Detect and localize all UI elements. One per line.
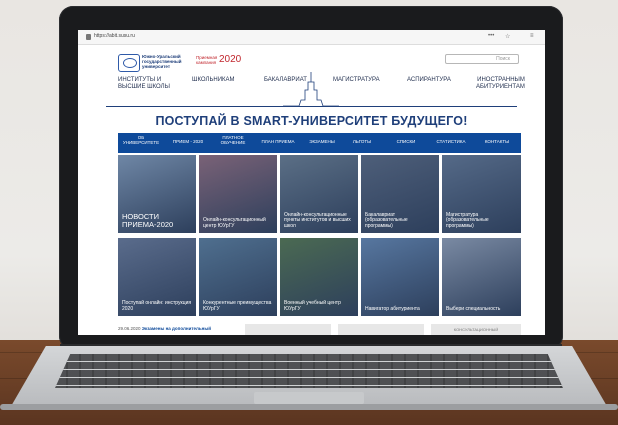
laptop-screen: https://abit.susu.ru ••• ☆ ≡ Южно-Уральс… xyxy=(78,30,545,335)
bookmark-star-icon[interactable]: ☆ xyxy=(505,33,510,40)
nav-item-foreign[interactable]: ИНОСТРАННЫМ АБИТУРИЕНТАМ xyxy=(476,77,525,90)
more-icon[interactable]: ••• xyxy=(488,33,494,39)
nav-line: ВЫСШИЕ ШКОЛЫ xyxy=(118,83,170,90)
page-slogan: ПОСТУПАЙ В SMART-УНИВЕРСИТЕТ БУДУЩЕГО! xyxy=(155,114,468,128)
tile-caption: Выбери специальность xyxy=(446,305,501,312)
lock-icon xyxy=(86,34,91,40)
menu-item-lists[interactable]: СПИСКИ xyxy=(390,139,422,144)
tile-caption: Магистратура (образовательные программы) xyxy=(446,211,489,229)
nav-line: АБИТУРИЕНТАМ xyxy=(476,83,525,90)
tile-link[interactable]: Выбери специальность xyxy=(442,238,521,316)
nav-item-master[interactable]: МАГИСТРАТУРА xyxy=(333,77,380,84)
tile-caption: НОВОСТИ ПРИЕМА-2020 xyxy=(122,212,174,229)
campaign-year: 2020 xyxy=(219,54,242,65)
promo-box[interactable] xyxy=(245,324,331,335)
tile-link[interactable]: Магистратура (образовательные программы) xyxy=(442,155,521,233)
nav-item-postgraduate[interactable]: АСПИРАНТУРА xyxy=(407,77,451,84)
menu-icon[interactable]: ≡ xyxy=(530,33,534,39)
main-menu-bar: ОБ УНИВЕРСИТЕТЕ ПРИЕМ - 2020 ПЛАТНОЕ ОБУЧЕ… xyxy=(118,133,521,153)
tile-caption: Онлайн-консультационные пункты институто… xyxy=(284,211,351,229)
promo-box[interactable] xyxy=(338,324,424,335)
keyboard-rows xyxy=(55,354,563,388)
tile-link[interactable]: НОВОСТИ ПРИЕМА-2020 xyxy=(118,155,196,233)
tile-link[interactable]: Онлайн-консультационные пункты институто… xyxy=(280,155,358,233)
menu-item-about[interactable]: ОБ УНИВЕРСИТЕТЕ xyxy=(122,135,160,145)
tile-caption: Онлайн-консультационный центр ЮУрГУ xyxy=(203,217,266,229)
header-divider xyxy=(106,106,517,107)
menu-item-benefits[interactable]: ЛЬГОТЫ xyxy=(346,139,378,144)
tile-caption: Бакалавриат (образовательные программы) xyxy=(365,211,408,229)
menu-item-exams[interactable]: ЭКЗАМЕНЫ xyxy=(304,139,340,144)
menu-item-paid-education[interactable]: ПЛАТНОЕ ОБУЧЕНИЕ xyxy=(214,135,252,145)
tile-caption: Военный учебный центр ЮУрГУ xyxy=(284,300,341,312)
nav-item-schoolchildren[interactable]: ШКОЛЬНИКАМ xyxy=(192,77,235,84)
tile-link[interactable]: Навигатор абитуриента xyxy=(361,238,439,316)
menu-item-admission-2020[interactable]: ПРИЕМ - 2020 xyxy=(168,139,208,144)
laptop-front-edge xyxy=(0,404,618,410)
news-item[interactable]: 29.06.2020 Экзамены на дополнительный xyxy=(118,326,211,331)
laptop-trackpad xyxy=(254,392,364,404)
university-name: Южно-Уральский государственный университ… xyxy=(142,54,190,69)
menu-item-admission-plan[interactable]: ПЛАН ПРИЕМА xyxy=(256,139,300,144)
tile-link[interactable]: Конкурентные преимущества ЮУрГУ xyxy=(199,238,277,316)
menu-line: ОБУЧЕНИЕ xyxy=(220,140,246,145)
admission-campaign: Приемная кампания xyxy=(196,55,217,65)
search-input[interactable]: Поиск xyxy=(445,54,519,64)
menu-item-contacts[interactable]: КОНТАКТЫ xyxy=(478,139,516,144)
news-title[interactable]: Экзамены на дополнительный xyxy=(142,326,211,331)
tile-link[interactable]: Онлайн-консультационный центр ЮУрГУ xyxy=(199,155,277,233)
menu-item-statistics[interactable]: СТАТИСТИКА xyxy=(430,139,472,144)
browser-address-bar[interactable]: https://abit.susu.ru ••• ☆ ≡ xyxy=(78,30,545,45)
campaign-line: кампания xyxy=(196,60,217,65)
news-date: 29.06.2020 xyxy=(118,326,141,331)
menu-line: УНИВЕРСИТЕТЕ xyxy=(122,140,160,145)
tile-link[interactable]: Военный учебный центр ЮУрГУ xyxy=(280,238,358,316)
nav-line: ИНОСТРАННЫМ xyxy=(477,77,525,83)
tile-link[interactable]: Поступай онлайн: инструкция 2020 xyxy=(118,238,196,316)
university-name-line: университет xyxy=(142,64,171,69)
url-text[interactable]: https://abit.susu.ru xyxy=(94,33,135,39)
university-logo[interactable] xyxy=(118,54,140,72)
tile-caption: Поступай онлайн: инструкция 2020 xyxy=(122,300,192,312)
tile-caption: Навигатор абитуриента xyxy=(365,305,420,312)
tile-caption: Конкурентные преимущества ЮУрГУ xyxy=(203,300,272,312)
tile-link[interactable]: Бакалавриат (образовательные программы) xyxy=(361,155,439,233)
promo-box[interactable]: КОНСУЛЬТАЦИОННЫЙ xyxy=(431,324,521,335)
nav-line: ИНСТИТУТЫ И xyxy=(118,77,162,83)
nav-item-institutes[interactable]: ИНСТИТУТЫ И ВЫСШИЕ ШКОЛЫ xyxy=(118,77,170,90)
